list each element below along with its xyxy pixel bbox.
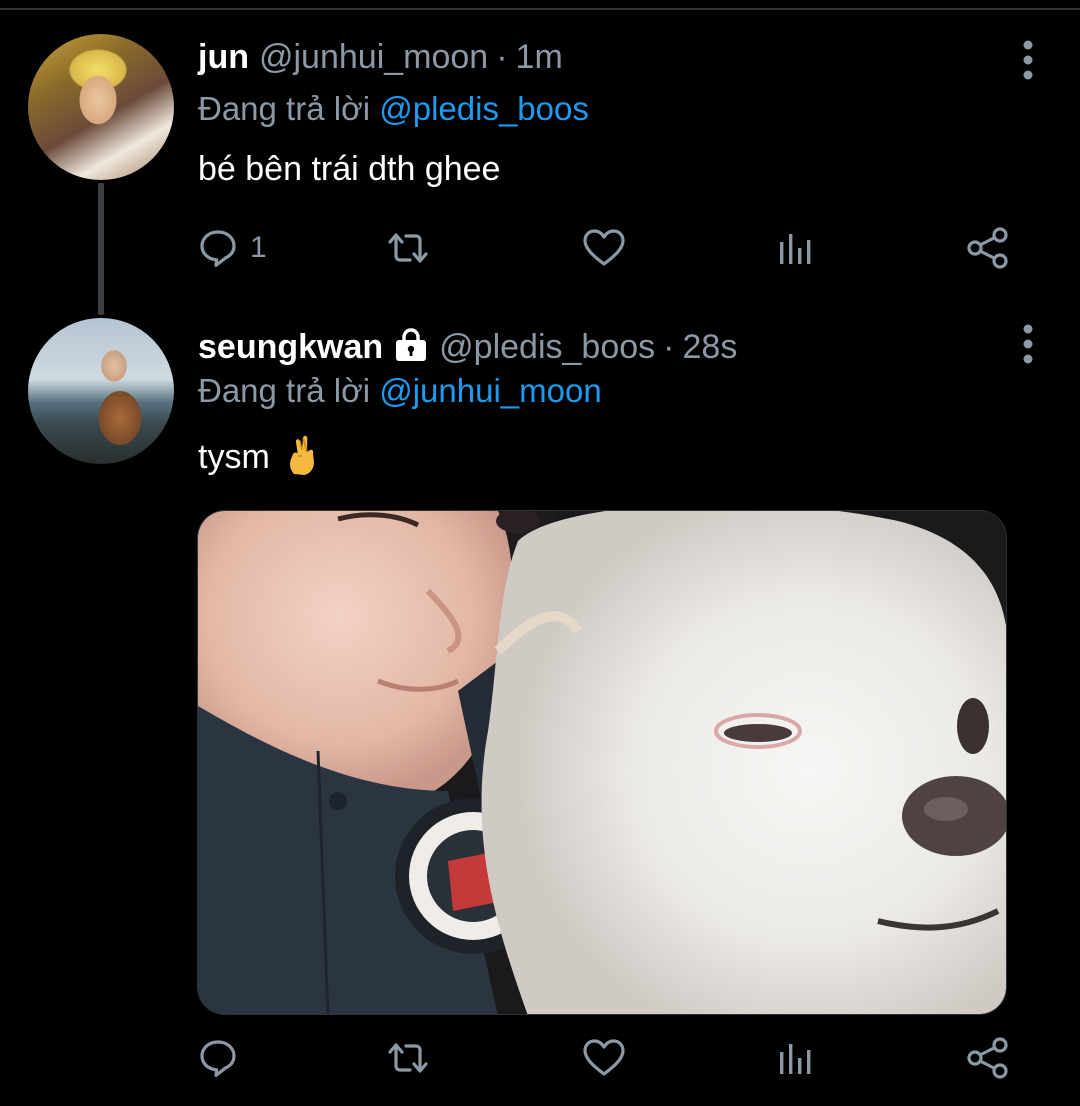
lock-icon — [396, 328, 427, 361]
analytics-icon — [780, 234, 811, 264]
mention-link[interactable]: @pledis_boos — [379, 90, 589, 127]
reply-count: 1 — [250, 231, 267, 264]
more-options-icon[interactable] — [1022, 40, 1034, 80]
share-button[interactable] — [966, 220, 1010, 276]
more-options-icon[interactable] — [1022, 324, 1034, 364]
display-name[interactable]: seungkwan — [198, 328, 383, 367]
timestamp[interactable]: 1m — [516, 38, 563, 77]
retweet-icon — [388, 1043, 428, 1073]
tweet-text-container: tysm — [198, 434, 318, 477]
replying-to: Đang trả lời @pledis_boos — [198, 90, 589, 128]
share-button[interactable] — [966, 1030, 1010, 1086]
display-name[interactable]: jun — [198, 38, 249, 77]
replying-to-label: Đang trả lời — [198, 372, 371, 409]
avatar[interactable] — [28, 318, 174, 464]
reply-icon — [200, 230, 236, 267]
user-handle[interactable]: @junhui_moon — [259, 38, 488, 77]
tweet-header: jun @junhui_moon · 1m — [198, 38, 563, 90]
tweet-jun[interactable]: jun @junhui_moon · 1m Đang trả lời @pled… — [0, 30, 1080, 320]
mention-link[interactable]: @junhui_moon — [379, 372, 601, 409]
share-icon — [967, 1037, 1008, 1079]
retweet-button[interactable] — [384, 1030, 432, 1086]
retweet-icon — [388, 233, 428, 263]
tweet-actions — [198, 1030, 1038, 1086]
tweet-text: bé bên trái dth ghee — [198, 150, 501, 188]
tweet-header: seungkwan @pledis_boos · 28s — [198, 324, 737, 376]
like-button[interactable] — [582, 220, 626, 276]
timestamp[interactable]: 28s — [683, 328, 738, 367]
tweet-text: tysm — [198, 438, 270, 476]
photo-image — [198, 511, 1006, 1014]
tweet-seungkwan[interactable]: seungkwan @pledis_boos · 28s Đang trả lờ… — [0, 314, 1080, 1106]
top-divider — [0, 0, 1080, 10]
reply-button[interactable] — [198, 1030, 250, 1086]
separator-dot: · — [496, 38, 508, 76]
analytics-icon — [780, 1044, 811, 1074]
replying-to-label: Đang trả lời — [198, 90, 371, 127]
heart-icon — [583, 229, 625, 266]
avatar-image — [28, 34, 174, 180]
replying-to: Đang trả lời @junhui_moon — [198, 372, 602, 410]
avatar-image — [28, 318, 174, 464]
heart-icon — [583, 1039, 625, 1076]
like-button[interactable] — [582, 1030, 626, 1086]
analytics-button[interactable] — [776, 220, 816, 276]
avatar[interactable] — [28, 34, 174, 180]
share-icon — [967, 227, 1008, 269]
crossed-fingers-icon — [289, 435, 314, 475]
retweet-button[interactable] — [384, 220, 432, 276]
tweet-actions: 1 — [198, 220, 1038, 276]
thread-connector — [98, 183, 104, 315]
reply-icon — [200, 1040, 236, 1077]
separator-dot: · — [663, 328, 675, 366]
analytics-button[interactable] — [776, 1030, 816, 1086]
user-handle[interactable]: @pledis_boos — [439, 328, 655, 367]
reply-button[interactable]: 1 — [198, 220, 267, 276]
tweet-photo[interactable] — [197, 510, 1007, 1015]
